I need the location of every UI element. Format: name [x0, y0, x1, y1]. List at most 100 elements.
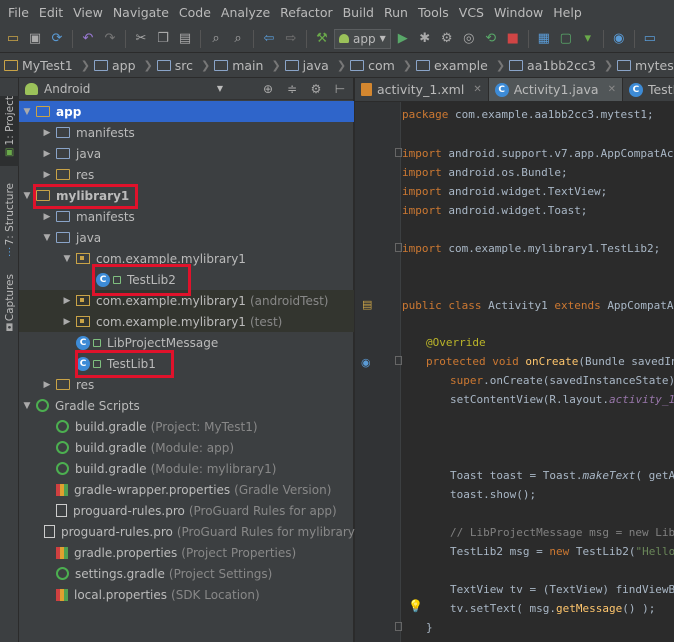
tree-item[interactable]: build.gradle (Module: app): [19, 437, 354, 458]
menu-item-navigate[interactable]: Navigate: [108, 0, 174, 25]
tree-item[interactable]: proguard-rules.pro (ProGuard Rules for ap…: [19, 500, 354, 521]
open-folder-icon[interactable]: ▭: [3, 29, 23, 49]
android-monitor-icon[interactable]: ◉: [609, 29, 629, 49]
tree-item[interactable]: build.gradle (Module: mylibrary1): [19, 458, 354, 479]
breadcrumb-item[interactable]: example ❯: [416, 58, 509, 73]
editor-tab[interactable]: C TestLib2.j: [623, 78, 674, 101]
scroll-from-source-icon[interactable]: ⊕: [259, 82, 277, 96]
debug-icon[interactable]: ✱: [415, 29, 435, 49]
lightbulb-icon[interactable]: 💡: [408, 599, 423, 613]
menu-item-help[interactable]: Help: [548, 0, 587, 25]
menu-item-code[interactable]: Code: [174, 0, 216, 25]
breadcrumb-item[interactable]: app ❯: [93, 58, 157, 73]
project-structure-icon[interactable]: ▦: [534, 29, 554, 49]
tree-item[interactable]: ▶ manifests: [19, 206, 354, 227]
menu-item-edit[interactable]: Edit: [34, 0, 68, 25]
tree-item[interactable]: gradle.properties (Project Properties): [19, 542, 354, 563]
menu-item-view[interactable]: View: [68, 0, 108, 25]
tree-item[interactable]: build.gradle (Project: MyTest1): [19, 416, 354, 437]
chevron-right-icon[interactable]: ▶: [41, 170, 53, 180]
chevron-right-icon[interactable]: ▶: [41, 212, 53, 222]
chevron-right-icon[interactable]: ▶: [41, 380, 53, 390]
chevron-down-icon[interactable]: ▼: [21, 401, 33, 411]
fold-marker[interactable]: [395, 356, 402, 365]
tree-item[interactable]: ▶ res: [19, 164, 354, 185]
tree-item[interactable]: C TestLib1: [19, 353, 354, 374]
hide-panel-icon[interactable]: ⊢: [331, 82, 349, 96]
chevron-down-icon[interactable]: ▼: [21, 191, 33, 201]
undo-icon[interactable]: ↶: [78, 29, 98, 49]
tree-item[interactable]: C LibProjectMessage: [19, 332, 354, 353]
code-editor[interactable]: package com.example.aa1bb2cc3.mytest1; i…: [402, 102, 674, 642]
breadcrumb-item[interactable]: java ❯: [284, 58, 350, 73]
close-tab-icon[interactable]: ✕: [473, 84, 481, 95]
menu-item-vcs[interactable]: VCS: [454, 0, 489, 25]
breadcrumb-item[interactable]: aa1bb2cc3 ❯: [509, 58, 617, 73]
tree-item[interactable]: ▼ Gradle Scripts: [19, 395, 354, 416]
find-icon[interactable]: ⌕: [206, 29, 226, 49]
close-tab-icon[interactable]: ✕: [608, 84, 616, 95]
menu-item-file[interactable]: File: [3, 0, 34, 25]
back-icon[interactable]: ⇦: [259, 29, 279, 49]
breadcrumb-item[interactable]: src ❯: [156, 58, 214, 73]
chevron-right-icon[interactable]: ▶: [41, 149, 53, 159]
collapse-all-icon[interactable]: ≑: [283, 82, 301, 96]
forward-icon[interactable]: ⇨: [281, 29, 301, 49]
redo-icon[interactable]: ↷: [100, 29, 120, 49]
tree-item[interactable]: ▶ java: [19, 143, 354, 164]
tree-item[interactable]: ▶ com.example.mylibrary1 (test): [19, 311, 354, 332]
menu-item-window[interactable]: Window: [489, 0, 548, 25]
breadcrumb-item[interactable]: com ❯: [350, 58, 416, 73]
tree-item[interactable]: ▶ res: [19, 374, 354, 395]
sync-icon[interactable]: ⟳: [47, 29, 67, 49]
override-gutter-icon[interactable]: ◉: [361, 356, 371, 369]
menu-item-refactor[interactable]: Refactor: [275, 0, 337, 25]
chevron-down-icon[interactable]: ▼: [21, 107, 33, 117]
menu-item-tools[interactable]: Tools: [413, 0, 454, 25]
fold-marker[interactable]: [395, 148, 402, 157]
class-gutter-icon[interactable]: ▤: [362, 298, 372, 311]
project-view-select[interactable]: Android ▼: [25, 82, 253, 96]
fold-marker[interactable]: [395, 622, 402, 631]
fold-marker[interactable]: [395, 243, 402, 252]
paste-icon[interactable]: ▤: [175, 29, 195, 49]
editor-tab[interactable]: C Activity1.java ✕: [488, 78, 623, 101]
run-icon[interactable]: ▶: [393, 29, 413, 49]
replace-icon[interactable]: ⌕: [228, 29, 248, 49]
copy-icon[interactable]: ❐: [153, 29, 173, 49]
editor-tab[interactable]: activity_1.xml ✕: [355, 78, 489, 101]
tree-item[interactable]: ▼ java: [19, 227, 354, 248]
tree-item[interactable]: proguard-rules.pro (ProGuard Rules for my…: [19, 521, 367, 542]
save-icon[interactable]: ▣: [25, 29, 45, 49]
menu-item-build[interactable]: Build: [338, 0, 379, 25]
chevron-right-icon[interactable]: ▶: [41, 128, 53, 138]
chevron-right-icon[interactable]: ▶: [61, 296, 73, 306]
tab-structure[interactable]: 7: Structure ⋮: [0, 183, 19, 258]
breadcrumb-item[interactable]: MyTest1 ❯: [4, 58, 94, 73]
menu-item-run[interactable]: Run: [379, 0, 413, 25]
make-project-icon[interactable]: ⚒: [312, 29, 332, 49]
avd-manager-icon[interactable]: ▢: [556, 29, 576, 49]
tab-captures[interactable]: Captures ◘: [0, 274, 19, 334]
breadcrumb-item[interactable]: main ❯: [214, 58, 284, 73]
chevron-down-icon[interactable]: ▼: [41, 233, 53, 243]
chevron-right-icon[interactable]: ▶: [61, 317, 73, 327]
sync-gradle-icon[interactable]: ▭: [640, 29, 660, 49]
breadcrumb-item[interactable]: mytest1❯: [617, 58, 674, 73]
attach-debugger-icon[interactable]: ⚙: [437, 29, 457, 49]
tree-item[interactable]: settings.gradle (Project Settings): [19, 563, 354, 584]
settings-gear-icon[interactable]: ⚙: [307, 82, 325, 96]
tree-item[interactable]: ▼ app: [19, 101, 354, 122]
chevron-down-icon[interactable]: ▼: [61, 254, 73, 264]
stop-icon[interactable]: ■: [503, 29, 523, 49]
cut-icon[interactable]: ✂: [131, 29, 151, 49]
profile-icon[interactable]: ◎: [459, 29, 479, 49]
run-configuration-select[interactable]: app ▼: [334, 28, 391, 49]
menu-item-analyze[interactable]: Analyze: [216, 0, 275, 25]
sdk-manager-icon[interactable]: ▾: [578, 29, 598, 49]
tab-project[interactable]: 1: Project ▣: [0, 96, 19, 166]
apply-changes-icon[interactable]: ⟲: [481, 29, 501, 49]
tree-item[interactable]: gradle-wrapper.properties (Gradle Version…: [19, 479, 354, 500]
tree-item[interactable]: ▶ manifests: [19, 122, 354, 143]
tree-item[interactable]: local.properties (SDK Location): [19, 584, 354, 605]
